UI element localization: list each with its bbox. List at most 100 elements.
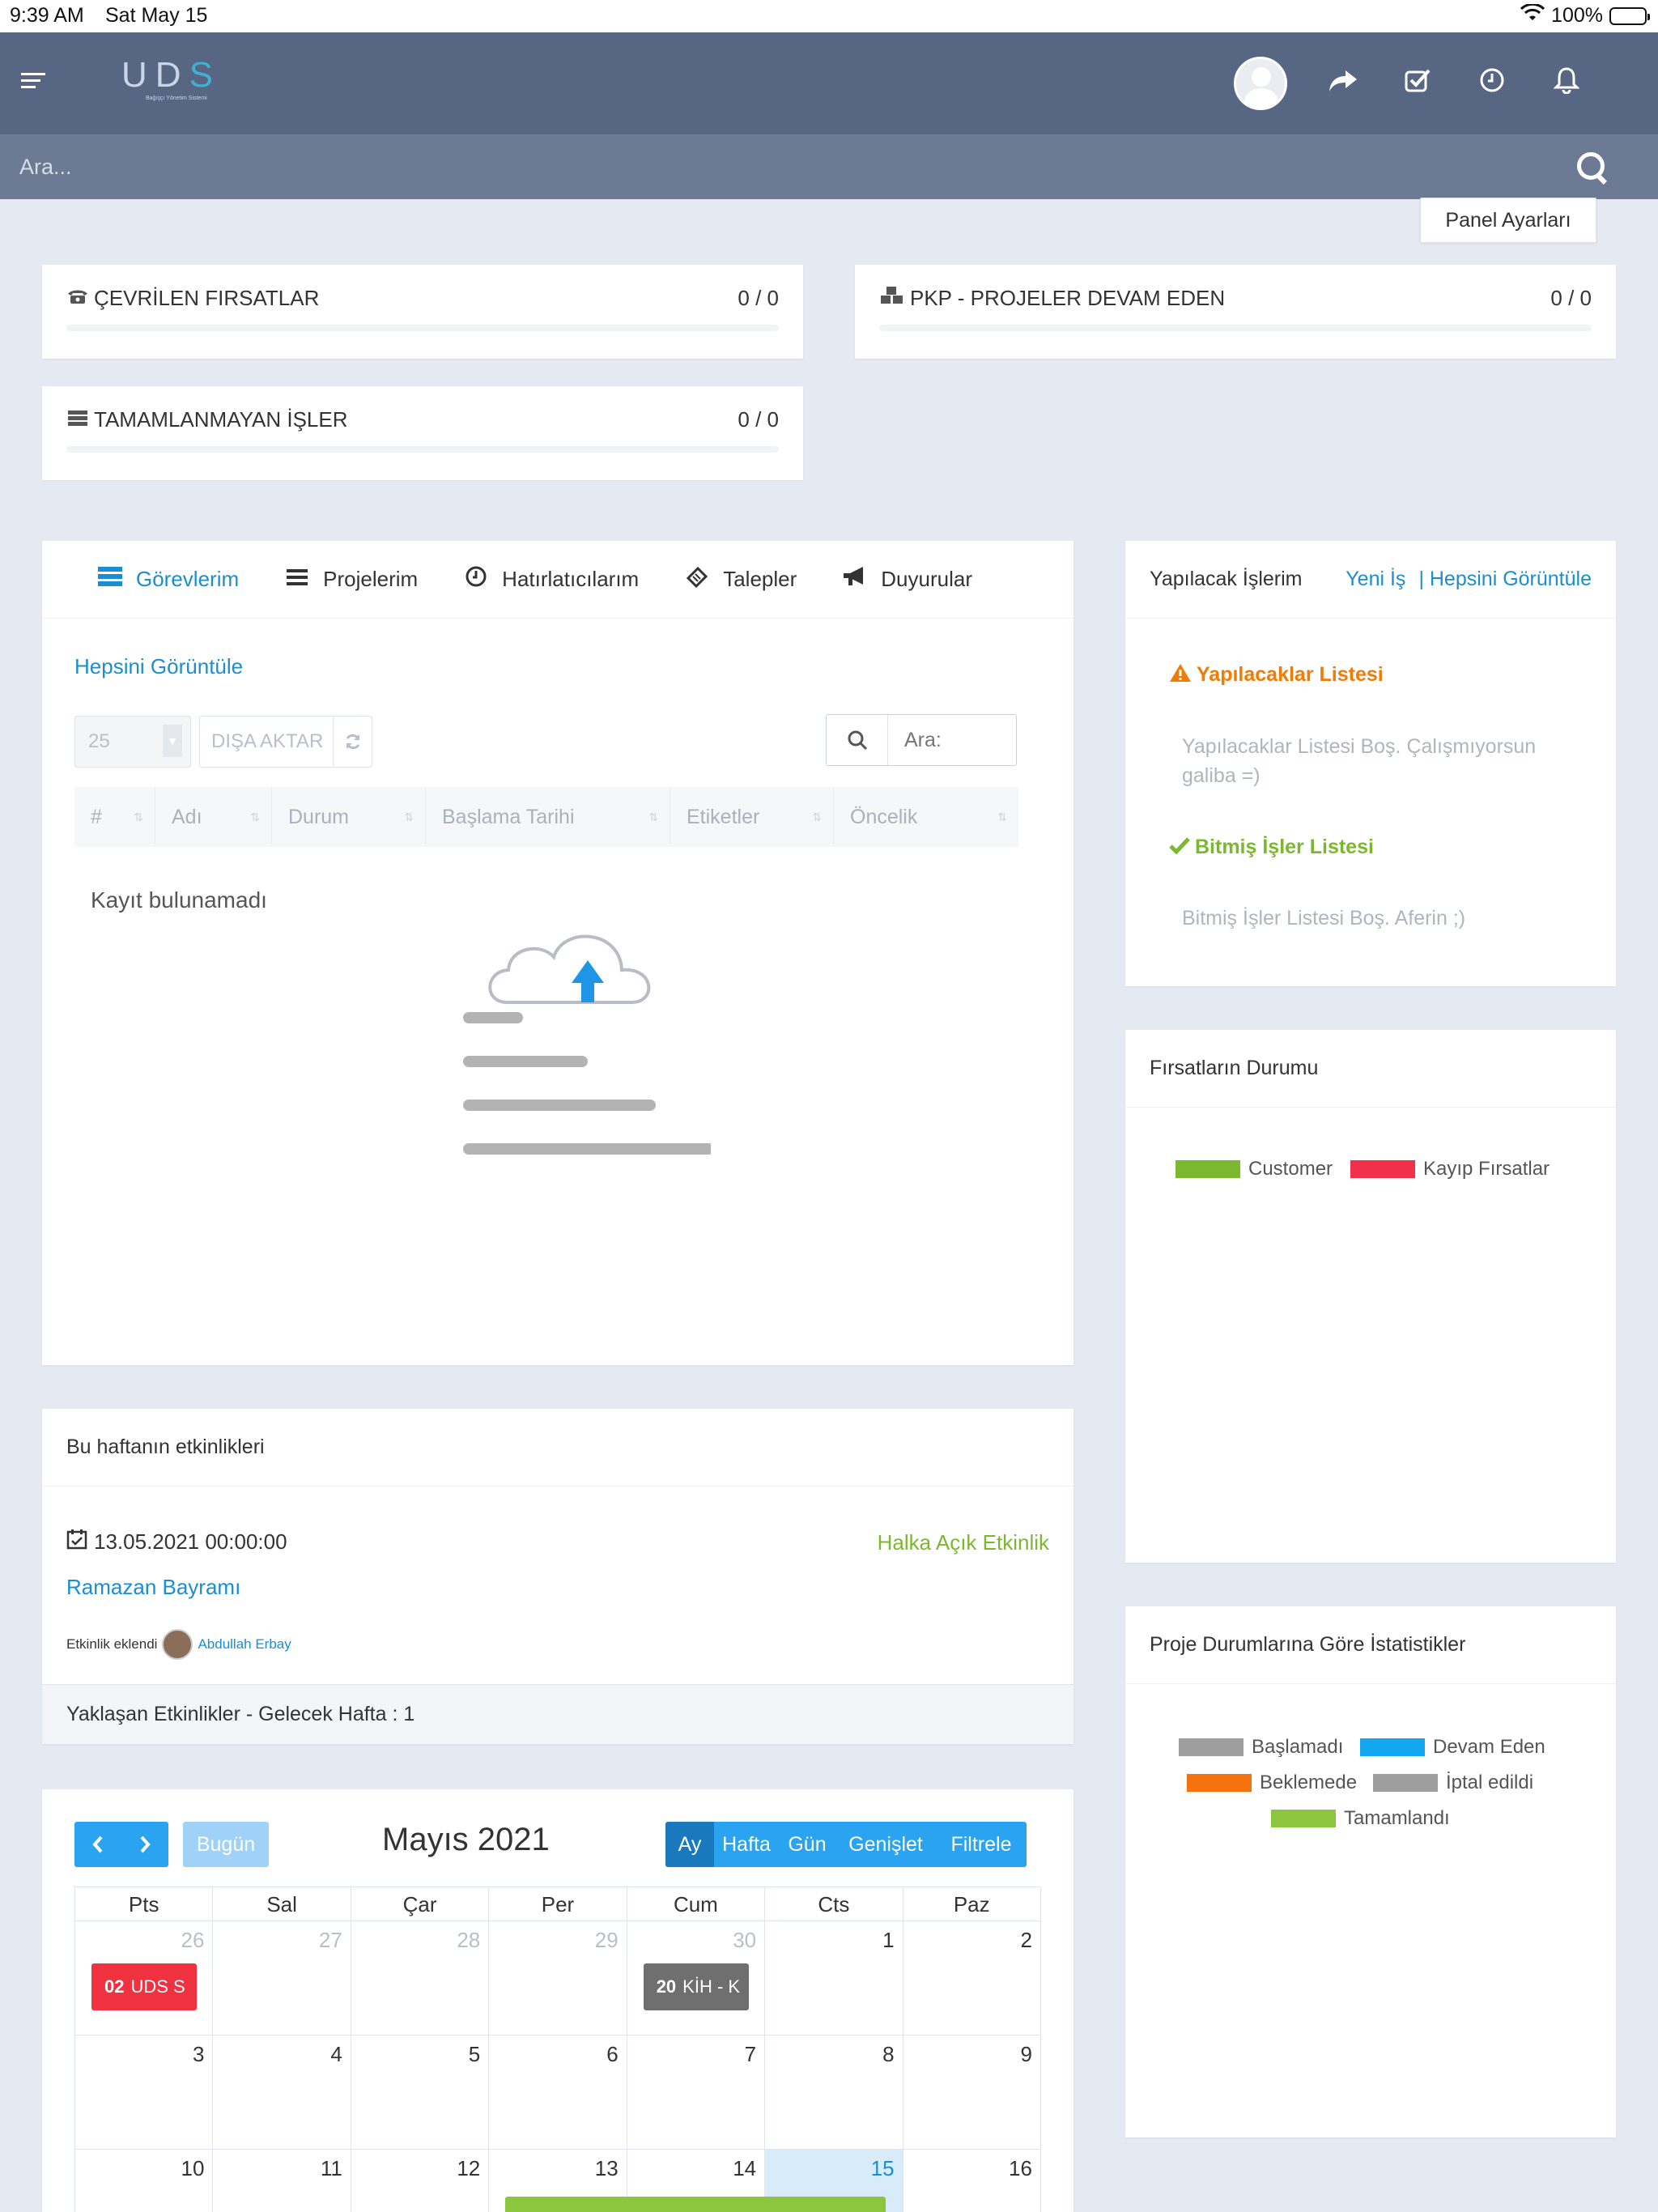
col-header-tags[interactable]: Etiketler ⇅ — [670, 787, 834, 847]
legend-item[interactable]: Devam Eden — [1360, 1736, 1545, 1759]
clock-icon[interactable] — [1473, 66, 1511, 100]
calendar-day[interactable]: 16 — [903, 2150, 1041, 2212]
search-icon[interactable] — [827, 715, 888, 765]
logo-main: UD — [121, 55, 189, 95]
event-time: 02 — [104, 1976, 125, 1997]
todo-header: Yapılacak İşlerim Yeni İş | Hepsini Görü… — [1125, 541, 1616, 619]
today-button[interactable]: Bugün — [183, 1822, 269, 1867]
col-header-index[interactable]: # ⇅ — [74, 787, 155, 847]
day-number: 5 — [468, 2042, 481, 2066]
calendar-day[interactable]: 28 — [351, 1921, 490, 2035]
stat-title-text: TAMAMLANMAYAN İŞLER — [94, 407, 348, 432]
calendar-day[interactable]: 27 — [213, 1921, 351, 2035]
day-number: 11 — [320, 2156, 342, 2180]
refresh-icon[interactable] — [333, 717, 372, 767]
legend-label: Devam Eden — [1433, 1736, 1545, 1758]
global-search-bar — [0, 134, 1658, 199]
tab-announcements[interactable]: Duyurular — [840, 565, 972, 593]
calendar-week: 10 11 12 13 14 15 16 — [75, 2150, 1041, 2212]
view-all-tasks-link[interactable]: Hepsini Görüntüle — [74, 654, 243, 679]
legend-item[interactable]: Customer — [1175, 1158, 1333, 1180]
export-button-group: DIŞA AKTAR — [199, 716, 372, 768]
sort-icon: ⇅ — [404, 810, 414, 823]
user-avatar[interactable] — [1234, 57, 1287, 110]
calendar-check-icon — [66, 1529, 87, 1555]
calendar-day[interactable]: 8 — [765, 2035, 903, 2150]
legend-item[interactable]: Tamamlandı — [1271, 1807, 1450, 1830]
chevron-down-icon: ▼ — [163, 725, 182, 757]
tab-reminders[interactable]: Hatırlatıcılarım — [461, 565, 639, 593]
calendar-event[interactable]: 20 KİH - K — [643, 1963, 749, 2010]
view-all-todo-link[interactable]: | Hepsini Görüntüle — [1418, 568, 1592, 591]
legend-item[interactable]: Başlamadı — [1179, 1736, 1343, 1759]
day-number: 7 — [744, 2042, 757, 2066]
table-search-input[interactable] — [888, 728, 1010, 752]
calendar-day[interactable]: 29 — [489, 1921, 627, 2035]
calendar-day[interactable]: 1 — [765, 1921, 903, 2035]
sort-icon: ⇅ — [134, 810, 143, 823]
event-name-link[interactable]: Ramazan Bayramı — [66, 1575, 240, 1600]
stat-title: PKP - PROJELER DEVAM EDEN — [879, 286, 1225, 311]
view-month-button[interactable]: Ay — [665, 1822, 714, 1867]
next-month-button[interactable] — [121, 1822, 168, 1867]
stat-card-projects[interactable]: PKP - PROJELER DEVAM EDEN 0 / 0 — [855, 265, 1616, 359]
view-week-button[interactable]: Hafta — [714, 1822, 779, 1867]
bell-icon[interactable] — [1548, 66, 1585, 101]
calendar-event[interactable]: 02 UDS S — [91, 1963, 197, 2010]
new-task-link[interactable]: Yeni İş — [1346, 568, 1405, 591]
search-icon[interactable] — [1574, 149, 1609, 185]
calendar-day[interactable]: 26 02 UDS S — [75, 1921, 214, 2035]
legend-item[interactable]: Kayıp Fırsatlar — [1350, 1158, 1550, 1180]
legend-item[interactable]: İptal edildi — [1373, 1772, 1533, 1794]
calendar-day[interactable]: 3 — [75, 2035, 214, 2150]
filter-button[interactable]: Filtrele — [936, 1822, 1027, 1867]
expand-button[interactable]: Genişlet — [835, 1822, 936, 1867]
megaphone-icon — [840, 565, 869, 593]
day-number: 4 — [330, 2042, 342, 2066]
calendar-event-bar[interactable] — [505, 2197, 886, 2212]
calendar-day[interactable]: 13 — [489, 2150, 886, 2212]
tab-my-projects[interactable]: Projelerim — [283, 567, 418, 593]
tab-label: Projelerim — [323, 567, 419, 591]
todo-list-title: Yapılacaklar Listesi — [1197, 663, 1384, 686]
calendar-day[interactable]: 9 — [903, 2035, 1041, 2150]
stat-card-converted[interactable]: ÇEVRİLEN FIRSATLAR 0 / 0 — [42, 265, 803, 359]
stat-card-incomplete[interactable]: TAMAMLANMAYAN İŞLER 0 / 0 — [42, 386, 803, 480]
legend-swatch — [1360, 1738, 1425, 1756]
day-number: 13 — [594, 2156, 619, 2180]
calendar-day[interactable]: 6 — [489, 2035, 627, 2150]
calendar-day[interactable]: 10 — [75, 2150, 214, 2212]
col-header-priority[interactable]: Öncelik ⇅ — [834, 787, 1018, 847]
panel-settings-button[interactable]: Panel Ayarları — [1420, 198, 1596, 243]
weekday: Çar — [351, 1887, 490, 1921]
weekday: Paz — [903, 1887, 1041, 1921]
calendar-day[interactable]: 7 — [627, 2035, 766, 2150]
calendar-day[interactable]: 4 — [213, 2035, 351, 2150]
tasks-check-icon[interactable] — [1399, 66, 1436, 100]
status-right: 100% — [1520, 2, 1650, 28]
calendar-day[interactable]: 11 — [213, 2150, 351, 2212]
calendar-day[interactable]: 2 — [903, 1921, 1041, 2035]
wifi-icon — [1520, 2, 1545, 28]
menu-icon[interactable] — [21, 73, 45, 91]
tab-my-tasks[interactable]: Görevlerim — [96, 566, 239, 593]
share-icon[interactable] — [1324, 66, 1362, 100]
tab-requests[interactable]: Talepler — [682, 565, 797, 593]
upcoming-events-footer[interactable]: Yaklaşan Etkinlikler - Gelecek Hafta : 1 — [42, 1684, 1073, 1744]
calendar-day[interactable]: 30 20 KİH - K — [627, 1921, 766, 2035]
added-by-user-link[interactable]: Abdullah Erbay — [198, 1636, 291, 1653]
page-size-select[interactable]: 25 ▼ — [74, 716, 191, 768]
calendar-day[interactable]: 12 — [351, 2150, 490, 2212]
legend-item[interactable]: Beklemede — [1187, 1772, 1357, 1794]
global-search-input[interactable] — [19, 149, 1477, 185]
day-number: 8 — [882, 2042, 895, 2066]
col-header-start-date[interactable]: Başlama Tarihi ⇅ — [426, 787, 670, 847]
sort-icon: ⇅ — [250, 810, 260, 823]
prev-month-button[interactable] — [74, 1822, 121, 1867]
export-button[interactable]: DIŞA AKTAR — [211, 730, 323, 753]
view-day-button[interactable]: Gün — [779, 1822, 835, 1867]
col-header-name[interactable]: Adı ⇅ — [155, 787, 272, 847]
col-header-status[interactable]: Durum ⇅ — [272, 787, 426, 847]
calendar-day[interactable]: 5 — [351, 2035, 490, 2150]
app-logo[interactable]: UDS Bağışçı Yönetim Sistemi — [121, 55, 221, 101]
